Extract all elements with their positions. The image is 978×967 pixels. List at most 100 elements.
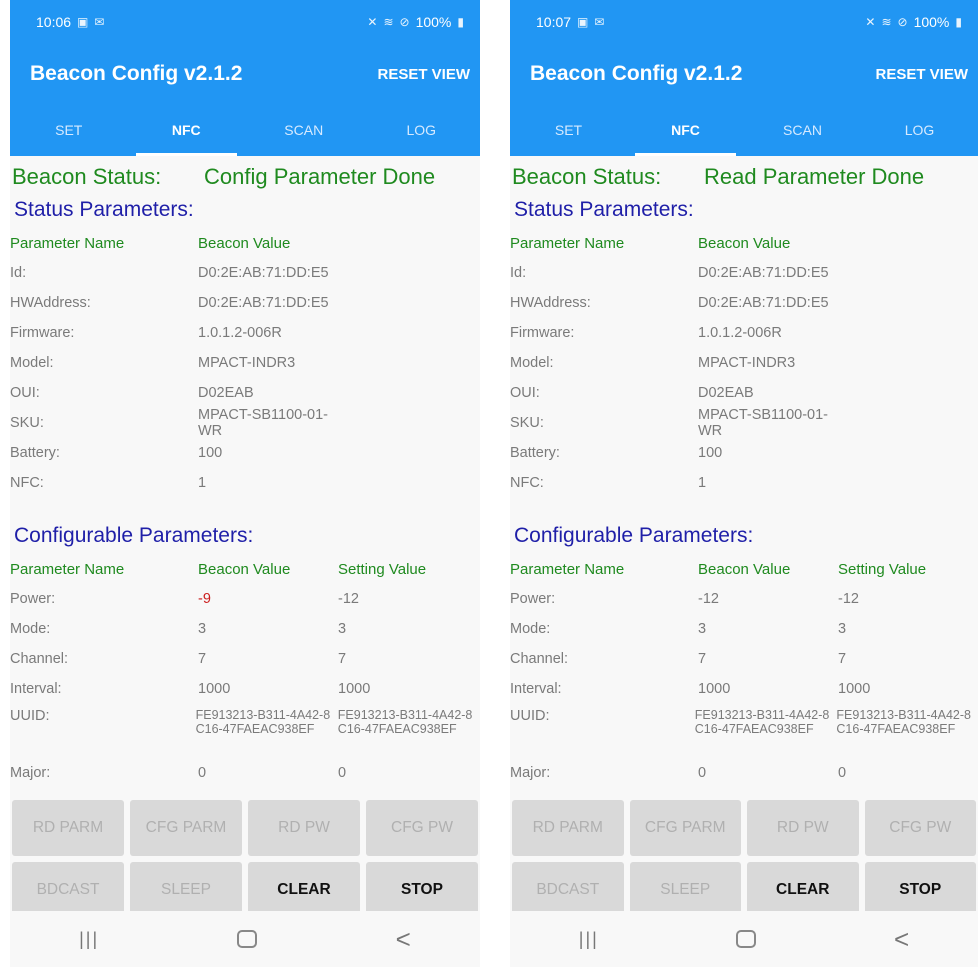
setting-value: 0 bbox=[838, 765, 847, 781]
stop-button[interactable]: STOP bbox=[366, 862, 478, 918]
param-name: Major: bbox=[510, 765, 551, 781]
table-row: Channel: 7 7 bbox=[10, 644, 480, 674]
param-value: 100 bbox=[198, 445, 223, 461]
param-name: OUI: bbox=[10, 385, 40, 401]
system-nav-bar: ||| < bbox=[10, 911, 480, 967]
beacon-status-value: Config Parameter Done bbox=[204, 164, 436, 189]
table-row: Id: D0:2E:AB:71:DD:E5 bbox=[510, 258, 978, 288]
reset-view-button[interactable]: RESET VIEW bbox=[875, 66, 968, 83]
reset-view-button[interactable]: RESET VIEW bbox=[377, 66, 470, 83]
beacon-value: 7 bbox=[198, 651, 207, 667]
tab-set[interactable]: SET bbox=[510, 104, 627, 156]
image-icon: ▣ bbox=[77, 15, 89, 29]
beacon-value: 0 bbox=[198, 765, 207, 781]
setting-value: 7 bbox=[838, 651, 847, 667]
table-row: Power: -12 -12 bbox=[510, 584, 978, 614]
phone-screen-right: 10:07 ▣ ✉ ✕ ≋ ⊘ 100% ▮ Beacon Config v2.… bbox=[510, 0, 978, 967]
param-name: UUID: bbox=[510, 708, 550, 724]
action-buttons: RD PARM CFG PARM RD PW CFG PW BDCAST SLE… bbox=[10, 800, 480, 918]
cfg-parm-button[interactable]: CFG PARM bbox=[130, 800, 242, 856]
beacon-status: Beacon Status: Config Parameter Done bbox=[10, 162, 480, 190]
header-beacon-value: Beacon Value bbox=[198, 234, 291, 252]
nfc-content[interactable]: Beacon Status: Config Parameter Done Sta… bbox=[10, 156, 480, 802]
mail-icon: ✉ bbox=[594, 15, 605, 29]
param-name: HWAddress: bbox=[10, 295, 91, 311]
table-row: UUID: FE913213-B311-4A42-8C16-47FAEAC938E… bbox=[10, 704, 480, 758]
table-row: Id: D0:2E:AB:71:DD:E5 bbox=[10, 258, 480, 288]
table-row: NFC: 1 bbox=[510, 468, 978, 498]
home-icon[interactable] bbox=[237, 930, 258, 948]
beacon-status-value: Read Parameter Done bbox=[704, 164, 925, 189]
table-row: Model: MPACT-INDR3 bbox=[510, 348, 978, 378]
sleep-button[interactable]: SLEEP bbox=[130, 862, 242, 918]
tab-log[interactable]: LOG bbox=[363, 104, 481, 156]
cfg-pw-button[interactable]: CFG PW bbox=[366, 800, 478, 856]
rd-parm-button[interactable]: RD PARM bbox=[12, 800, 124, 856]
setting-value: 1000 bbox=[838, 681, 871, 697]
setting-value: 1000 bbox=[338, 681, 371, 697]
table-row: Channel: 7 7 bbox=[510, 644, 978, 674]
param-name: OUI: bbox=[510, 385, 540, 401]
header-beacon-value: Beacon Value bbox=[698, 560, 791, 578]
setting-value: 0 bbox=[338, 765, 347, 781]
nfc-content[interactable]: Beacon Status: Read Parameter Done Statu… bbox=[510, 156, 978, 802]
app-title: Beacon Config v2.1.2 bbox=[530, 62, 743, 85]
table-row: SKU: MPACT-SB1100-01-WR bbox=[510, 407, 978, 439]
rd-parm-button[interactable]: RD PARM bbox=[512, 800, 624, 856]
table-row: Battery: 100 bbox=[10, 438, 480, 468]
param-name: Power: bbox=[510, 591, 556, 607]
dnd-icon: ⊘ bbox=[897, 15, 908, 29]
clear-button[interactable]: CLEAR bbox=[248, 862, 360, 918]
mute-icon: ✕ bbox=[865, 15, 876, 29]
param-value: MPACT-INDR3 bbox=[198, 355, 296, 371]
beacon-value: 3 bbox=[698, 621, 707, 637]
param-value: MPACT-INDR3 bbox=[698, 355, 796, 371]
configurable-parameters-title: Configurable Parameters: bbox=[514, 524, 754, 547]
setting-value: 3 bbox=[838, 621, 847, 637]
battery-icon: ▮ bbox=[457, 15, 464, 29]
header-parameter-name: Parameter Name bbox=[10, 560, 125, 578]
param-name: UUID: bbox=[10, 708, 50, 724]
table-row: UUID: FE913213-B311-4A42-8C16-47FAEAC938E… bbox=[510, 704, 978, 758]
home-icon[interactable] bbox=[736, 930, 757, 948]
param-value: 100 bbox=[698, 445, 723, 461]
back-icon[interactable]: < bbox=[396, 924, 411, 955]
app-bar: Beacon Config v2.1.2 RESET VIEW bbox=[510, 44, 978, 104]
table-row: Firmware: 1.0.1.2-006R bbox=[10, 318, 480, 348]
tab-log[interactable]: LOG bbox=[861, 104, 978, 156]
cfg-pw-button[interactable]: CFG PW bbox=[864, 800, 976, 856]
param-name: Id: bbox=[10, 265, 27, 281]
beacon-value: -12 bbox=[698, 591, 719, 607]
tab-nfc[interactable]: NFC bbox=[627, 104, 744, 156]
rd-pw-button[interactable]: RD PW bbox=[248, 800, 360, 856]
tab-nfc[interactable]: NFC bbox=[128, 104, 246, 156]
tab-scan[interactable]: SCAN bbox=[744, 104, 861, 156]
rd-pw-button[interactable]: RD PW bbox=[747, 800, 859, 856]
table-row: HWAddress: D0:2E:AB:71:DD:E5 bbox=[510, 288, 978, 318]
param-value: MPACT-SB1100-01-WR bbox=[698, 407, 829, 439]
table-row: HWAddress: D0:2E:AB:71:DD:E5 bbox=[10, 288, 480, 318]
back-icon[interactable]: < bbox=[894, 924, 909, 955]
sleep-button[interactable]: SLEEP bbox=[629, 862, 741, 918]
cfg-parm-button[interactable]: CFG PARM bbox=[629, 800, 741, 856]
param-name: Mode: bbox=[10, 621, 51, 637]
table-row: Major: 0 0 bbox=[510, 758, 978, 788]
table-row: Interval: 1000 1000 bbox=[510, 674, 978, 704]
param-name: Model: bbox=[510, 355, 554, 371]
configurable-parameters-title: Configurable Parameters: bbox=[14, 524, 254, 547]
beacon-value: -9 bbox=[198, 591, 211, 607]
tab-scan[interactable]: SCAN bbox=[245, 104, 363, 156]
recents-icon[interactable]: ||| bbox=[79, 929, 99, 950]
bdcast-button[interactable]: BDCAST bbox=[512, 862, 624, 918]
stop-button[interactable]: STOP bbox=[864, 862, 976, 918]
tab-set[interactable]: SET bbox=[10, 104, 128, 156]
bdcast-button[interactable]: BDCAST bbox=[12, 862, 124, 918]
table-row: Power: -9 -12 bbox=[10, 584, 480, 614]
recents-icon[interactable]: ||| bbox=[579, 929, 599, 950]
battery-icon: ▮ bbox=[955, 15, 962, 29]
param-name: Channel: bbox=[510, 651, 569, 667]
clear-button[interactable]: CLEAR bbox=[747, 862, 859, 918]
table-row: OUI: D02EAB bbox=[10, 378, 480, 408]
image-icon: ▣ bbox=[577, 15, 589, 29]
tab-bar: SET NFC SCAN LOG bbox=[10, 104, 480, 156]
